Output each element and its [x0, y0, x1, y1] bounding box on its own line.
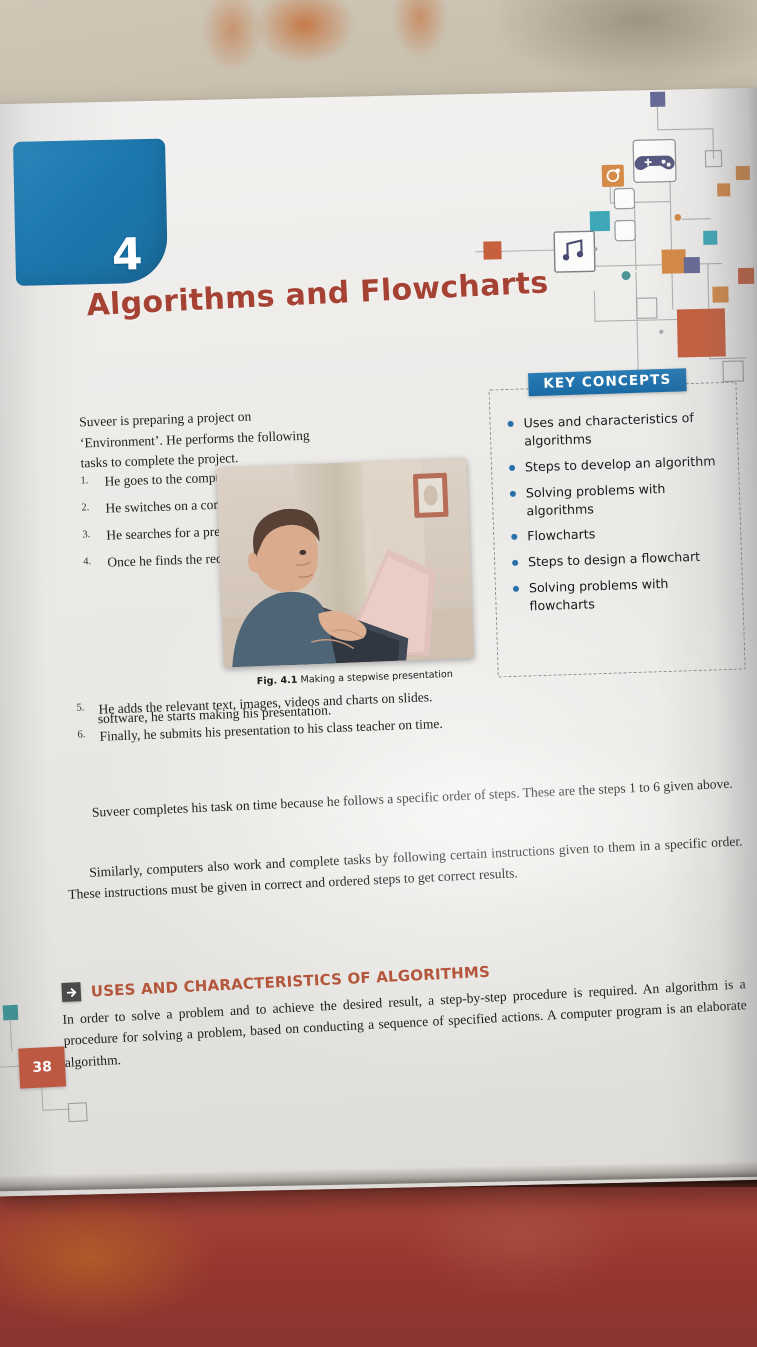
- figure-caption-text: Making a stepwise presentation: [300, 668, 454, 686]
- step-text: Finally, he submits his presentation to …: [99, 715, 443, 744]
- photographed-scene: 4 Algorithms and Flowcharts Suveer is pr…: [0, 0, 757, 1347]
- page-deco-line: [9, 1019, 13, 1052]
- page-deco-line: [0, 1065, 22, 1069]
- desk-surface-bottom: [0, 1178, 757, 1347]
- page-deco-square-outline: [67, 1102, 88, 1123]
- page-deco-line: [41, 1087, 44, 1110]
- list-item: Solving problems with flowcharts: [509, 573, 738, 616]
- chapter-number-tile: 4: [13, 138, 169, 286]
- decorative-circuit-artwork: [475, 91, 755, 391]
- step-number: 1.: [80, 475, 89, 487]
- list-item: Solving problems with algorithms: [506, 477, 735, 520]
- list-item: Steps to develop an algorithm: [505, 451, 733, 476]
- key-concepts-panel: KEY CONCEPTS Uses and characteristics of…: [488, 368, 746, 678]
- figure-image: [216, 457, 475, 668]
- key-concepts-list: Uses and characteristics of algorithms S…: [503, 408, 738, 624]
- step-number: 6.: [77, 728, 86, 741]
- list-item: Uses and characteristics of algorithms: [503, 408, 732, 451]
- step-number: 5.: [76, 702, 85, 714]
- boy-at-laptop-photo: [216, 457, 475, 668]
- task-steps-list-continued: 5. He adds the relevant text, images, vi…: [72, 680, 594, 753]
- intro-paragraph: Suveer is preparing a project on ‘Enviro…: [78, 408, 310, 471]
- body-paragraph-1: Suveer completes his task on time becaus…: [91, 775, 734, 820]
- chapter-number: 4: [111, 229, 143, 281]
- body-paragraph-2: Similarly, computers also work and compl…: [67, 833, 743, 903]
- step-text: He adds the relevant text, images, video…: [98, 689, 433, 717]
- arrow-right-icon: [61, 982, 82, 1003]
- step-number: 3.: [82, 529, 91, 541]
- page-number-badge: 38: [18, 1046, 67, 1089]
- step-number: 2.: [81, 502, 90, 514]
- list-item: Steps to design a flowchart: [508, 547, 736, 572]
- figure-label: Fig. 4.1: [256, 674, 298, 688]
- textbook-page: 4 Algorithms and Flowcharts Suveer is pr…: [0, 87, 757, 1197]
- page-number: 38: [32, 1059, 53, 1076]
- page-deco-line: [42, 1108, 71, 1112]
- list-item: Flowcharts: [507, 521, 735, 546]
- step-number: 4.: [83, 555, 92, 568]
